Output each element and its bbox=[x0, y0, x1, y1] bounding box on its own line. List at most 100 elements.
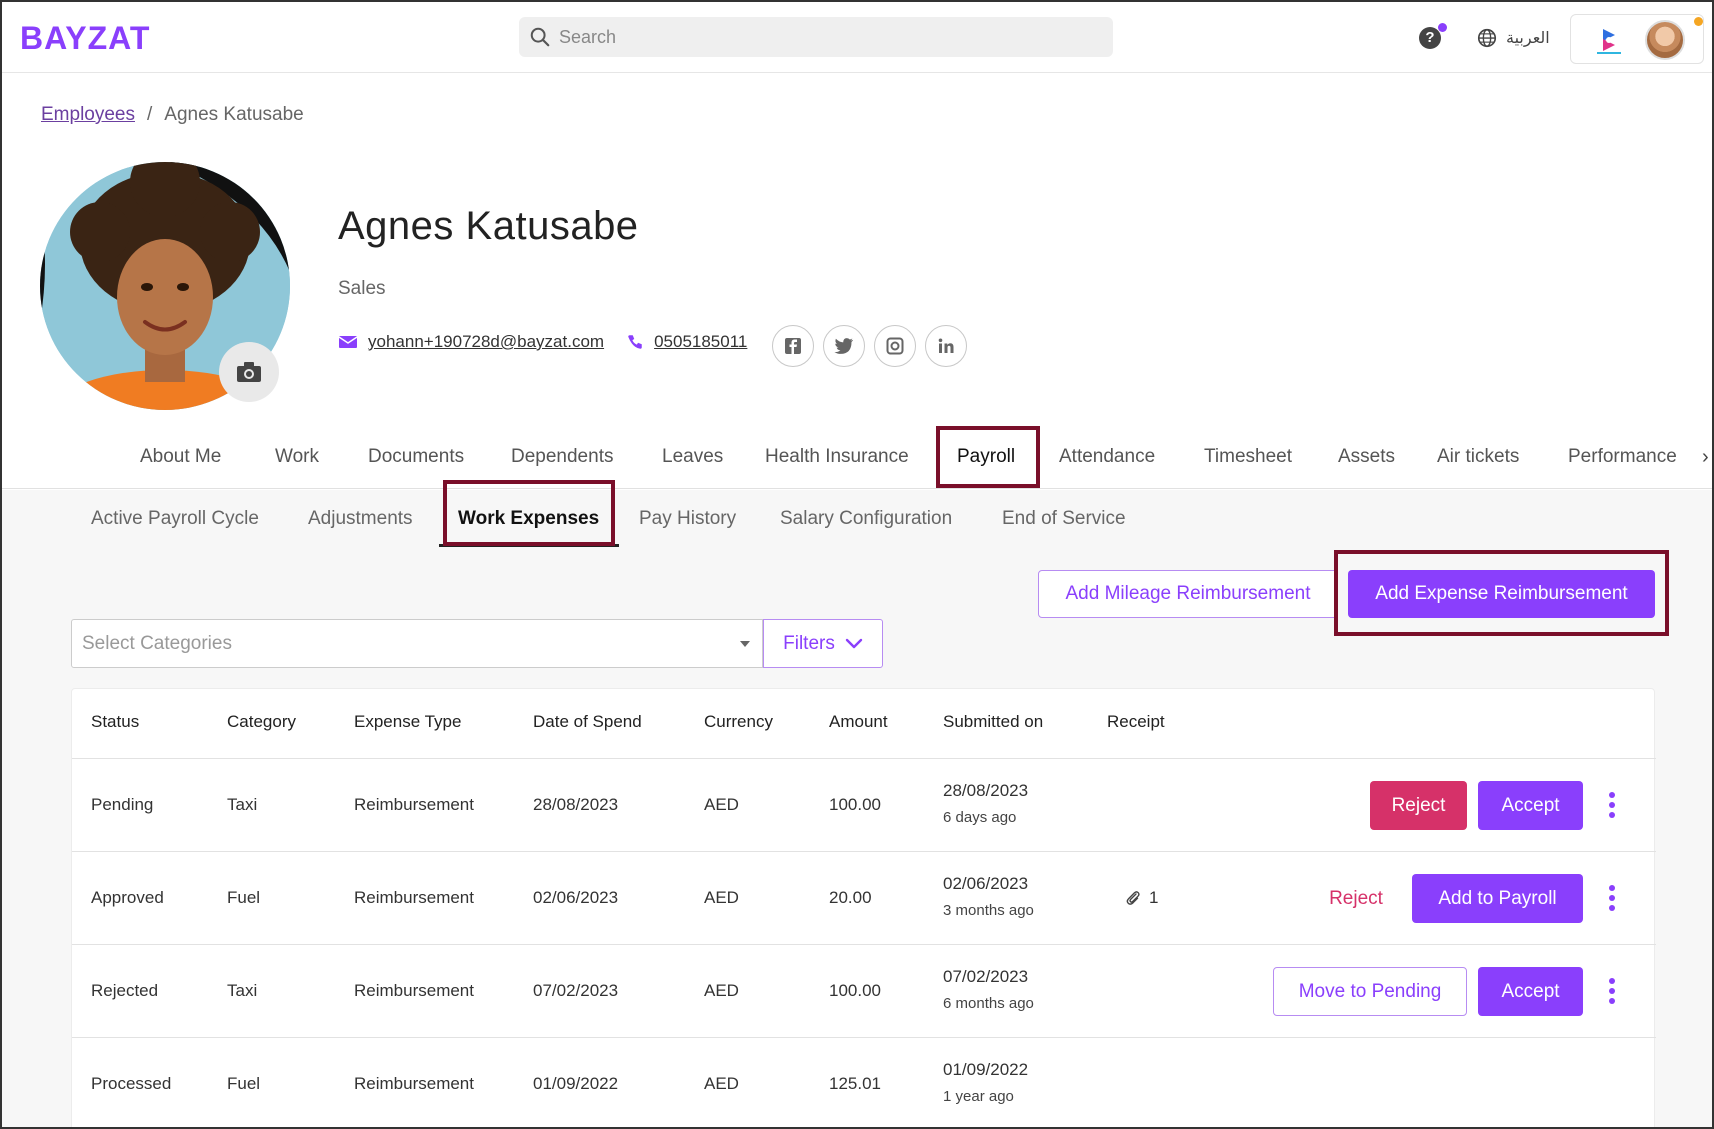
row-category: Taxi bbox=[227, 795, 258, 814]
header-category[interactable]: Category bbox=[227, 712, 296, 732]
tab-performance[interactable]: Performance bbox=[1568, 446, 1677, 468]
header-date-of-spend[interactable]: Date of Spend bbox=[533, 712, 642, 732]
row-amount: 100.00 bbox=[829, 795, 881, 814]
work-expenses-highlight bbox=[443, 480, 615, 546]
add-expense-highlight bbox=[1334, 550, 1669, 636]
main-tabs: About Me Work Documents Dependents Leave… bbox=[2, 432, 1712, 489]
breadcrumb-employees-link[interactable]: Employees bbox=[41, 104, 135, 126]
reject-button[interactable]: Reject bbox=[1370, 781, 1467, 830]
top-bar: BAYZAT ? العربية bbox=[2, 2, 1712, 73]
tab-timesheet[interactable]: Timesheet bbox=[1204, 446, 1292, 468]
row-submitted-ago: 6 days ago bbox=[943, 809, 1017, 826]
company-user-switcher[interactable] bbox=[1570, 14, 1704, 64]
table-row[interactable]: Approved Fuel Reimbursement 02/06/2023 A… bbox=[72, 852, 1656, 945]
row-currency: AED bbox=[704, 795, 739, 814]
instagram-glyph bbox=[886, 337, 904, 355]
camera-icon bbox=[237, 362, 261, 382]
more-options-icon[interactable] bbox=[1607, 885, 1617, 911]
subtab-adjustments[interactable]: Adjustments bbox=[308, 508, 413, 530]
table-header-row: Status Category Expense Type Date of Spe… bbox=[72, 689, 1656, 759]
more-options-icon[interactable] bbox=[1607, 978, 1617, 1004]
app-window: BAYZAT ? العربية bbox=[0, 0, 1714, 1129]
phone-link[interactable]: 0505185011 bbox=[654, 332, 747, 352]
language-switch[interactable]: العربية bbox=[1476, 26, 1550, 50]
header-expense-type[interactable]: Expense Type bbox=[354, 712, 461, 732]
facebook-icon[interactable] bbox=[772, 325, 814, 367]
row-submitted-date: 07/02/2023 bbox=[943, 967, 1029, 986]
tab-assets[interactable]: Assets bbox=[1338, 446, 1395, 468]
expenses-table: Status Category Expense Type Date of Spe… bbox=[71, 688, 1656, 1127]
help-icon[interactable]: ? bbox=[1419, 27, 1441, 49]
row-category: Fuel bbox=[227, 1074, 261, 1093]
reject-link-button[interactable]: Reject bbox=[1306, 874, 1406, 923]
tab-about-me[interactable]: About Me bbox=[140, 446, 221, 468]
row-submitted-ago: 3 months ago bbox=[943, 902, 1034, 919]
table-row[interactable]: Pending Taxi Reimbursement 28/08/2023 AE… bbox=[72, 759, 1656, 852]
phone-icon bbox=[628, 335, 642, 349]
row-amount: 125.01 bbox=[829, 1074, 881, 1093]
move-to-pending-button[interactable]: Move to Pending bbox=[1273, 967, 1467, 1016]
twitter-icon[interactable] bbox=[823, 325, 865, 367]
tab-dependents[interactable]: Dependents bbox=[511, 446, 613, 468]
subtab-salary-configuration[interactable]: Salary Configuration bbox=[780, 508, 952, 530]
chevron-down-icon bbox=[845, 638, 863, 648]
row-currency: AED bbox=[704, 981, 739, 1000]
header-amount[interactable]: Amount bbox=[829, 712, 888, 732]
tab-documents[interactable]: Documents bbox=[368, 446, 464, 468]
header-receipt[interactable]: Receipt bbox=[1107, 712, 1165, 732]
category-select-placeholder: Select Categories bbox=[82, 632, 232, 654]
subtab-end-of-service[interactable]: End of Service bbox=[1002, 508, 1126, 530]
tab-attendance[interactable]: Attendance bbox=[1059, 446, 1155, 468]
row-date-of-spend: 28/08/2023 bbox=[533, 795, 619, 814]
category-select[interactable]: Select Categories bbox=[71, 619, 763, 668]
row-expense-type: Reimbursement bbox=[354, 795, 474, 814]
add-to-payroll-button[interactable]: Add to Payroll bbox=[1412, 874, 1583, 923]
help-notification-dot bbox=[1438, 23, 1447, 32]
subtab-active-payroll-cycle[interactable]: Active Payroll Cycle bbox=[91, 508, 259, 530]
company-logo-icon bbox=[1597, 29, 1621, 54]
bayzat-logo[interactable]: BAYZAT bbox=[20, 20, 150, 57]
header-status[interactable]: Status bbox=[91, 712, 139, 732]
notification-dot bbox=[1694, 17, 1703, 26]
row-date-of-spend: 01/09/2022 bbox=[533, 1074, 619, 1093]
row-status: Pending bbox=[91, 795, 154, 814]
row-expense-type: Reimbursement bbox=[354, 888, 474, 907]
more-options-icon[interactable] bbox=[1607, 792, 1617, 818]
tab-air-tickets[interactable]: Air tickets bbox=[1437, 446, 1519, 468]
receipt-attachment[interactable]: 1 bbox=[1125, 888, 1158, 908]
accept-button[interactable]: Accept bbox=[1478, 967, 1583, 1016]
row-amount: 20.00 bbox=[829, 888, 872, 907]
breadcrumb: Employees / Agnes Katusabe bbox=[41, 104, 304, 126]
tab-work[interactable]: Work bbox=[275, 446, 319, 468]
change-photo-button[interactable] bbox=[219, 342, 279, 402]
tab-health-insurance[interactable]: Health Insurance bbox=[765, 446, 909, 468]
email-icon bbox=[338, 336, 358, 348]
accept-button[interactable]: Accept bbox=[1478, 781, 1583, 830]
row-amount: 100.00 bbox=[829, 981, 881, 1000]
employee-name: Agnes Katusabe bbox=[338, 204, 639, 248]
breadcrumb-current: Agnes Katusabe bbox=[164, 104, 304, 125]
table-row[interactable]: Processed Fuel Reimbursement 01/09/2022 … bbox=[72, 1038, 1656, 1127]
row-expense-type: Reimbursement bbox=[354, 1074, 474, 1093]
row-status: Processed bbox=[91, 1074, 172, 1093]
user-avatar bbox=[1645, 20, 1685, 60]
chevron-right-icon[interactable]: › bbox=[1702, 446, 1709, 469]
filters-button[interactable]: Filters bbox=[763, 619, 883, 668]
table-row[interactable]: Rejected Taxi Reimbursement 07/02/2023 A… bbox=[72, 945, 1656, 1038]
row-date-of-spend: 07/02/2023 bbox=[533, 981, 619, 1000]
header-currency[interactable]: Currency bbox=[704, 712, 773, 732]
payroll-tab-highlight bbox=[936, 426, 1040, 488]
language-label: العربية bbox=[1506, 30, 1550, 47]
globe-icon bbox=[1477, 28, 1497, 48]
search-box[interactable] bbox=[519, 17, 1113, 57]
email-link[interactable]: yohann+190728d@bayzat.com bbox=[368, 332, 604, 352]
add-mileage-reimbursement-button[interactable]: Add Mileage Reimbursement bbox=[1038, 570, 1338, 618]
subtab-pay-history[interactable]: Pay History bbox=[639, 508, 736, 530]
tab-leaves[interactable]: Leaves bbox=[662, 446, 723, 468]
header-submitted-on[interactable]: Submitted on bbox=[943, 712, 1043, 732]
search-input[interactable] bbox=[559, 17, 1099, 57]
linkedin-icon[interactable] bbox=[925, 325, 967, 367]
contact-info: yohann+190728d@bayzat.com 0505185011 bbox=[338, 332, 747, 352]
row-submitted-date: 01/09/2022 bbox=[943, 1060, 1029, 1079]
instagram-icon[interactable] bbox=[874, 325, 916, 367]
